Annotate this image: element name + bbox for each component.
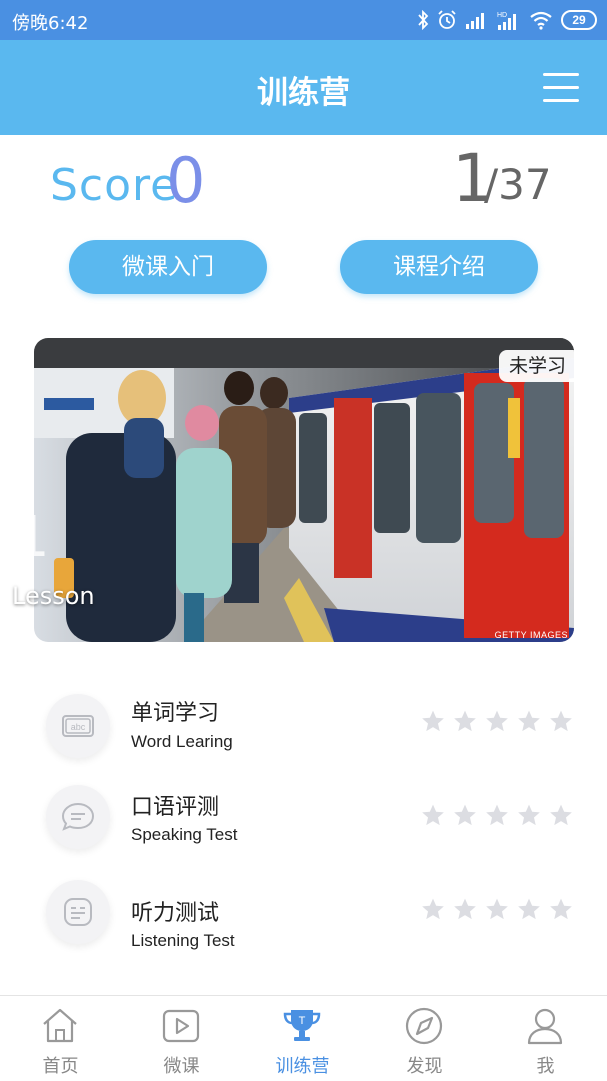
task-rating bbox=[420, 897, 574, 923]
menu-icon[interactable] bbox=[543, 73, 579, 103]
star-icon bbox=[422, 898, 444, 920]
course-introduction-button[interactable]: 课程介绍 bbox=[340, 240, 538, 294]
tab-label: 发现 bbox=[406, 1056, 443, 1077]
status-bar: 傍晚6:42 HD 29 bbox=[0, 0, 607, 40]
star-icon bbox=[486, 898, 508, 920]
task-subtitle: Speaking Test bbox=[131, 825, 238, 844]
lesson-label: Lesson bbox=[12, 582, 95, 610]
app-header: 训练营 bbox=[0, 40, 607, 135]
star-icon bbox=[454, 710, 476, 732]
status-time: 傍晚6:42 bbox=[12, 13, 89, 34]
star-icon bbox=[550, 710, 572, 732]
tab-micro-course[interactable]: 微课 bbox=[121, 996, 242, 1081]
status-icons: HD 29 bbox=[417, 7, 597, 33]
tab-label: 训练营 bbox=[275, 1056, 330, 1077]
tab-label: 我 bbox=[536, 1056, 555, 1077]
star-icon bbox=[486, 710, 508, 732]
tab-training-camp[interactable]: T 训练营 bbox=[242, 996, 363, 1081]
page-title: 训练营 bbox=[257, 75, 350, 111]
compass-icon bbox=[405, 1007, 443, 1045]
hd-signal-icon: HD bbox=[497, 12, 516, 30]
listening-card-icon bbox=[46, 880, 110, 944]
star-icon bbox=[550, 898, 572, 920]
svg-text:T: T bbox=[299, 1015, 306, 1027]
star-icon bbox=[518, 710, 540, 732]
star-icon bbox=[518, 898, 540, 920]
lesson-number: 1 bbox=[14, 505, 50, 570]
trophy-icon: T bbox=[283, 1010, 321, 1041]
tab-label: 微课 bbox=[163, 1056, 200, 1077]
micro-course-intro-button[interactable]: 微课入门 bbox=[69, 240, 267, 294]
tab-profile[interactable]: 我 bbox=[485, 996, 606, 1081]
tab-home[interactable]: 首页 bbox=[0, 996, 121, 1081]
task-listening-test[interactable]: 听力测试 Listening Test bbox=[0, 880, 607, 970]
star-icon bbox=[550, 804, 572, 826]
star-icon bbox=[454, 898, 476, 920]
task-subtitle: Word Learing bbox=[131, 732, 233, 751]
photo-credit: GETTY IMAGES bbox=[494, 630, 568, 640]
star-icon bbox=[486, 804, 508, 826]
battery-indicator: 29 bbox=[561, 10, 597, 30]
progress-total: /37 bbox=[484, 160, 552, 209]
score-label: Score bbox=[50, 160, 179, 211]
star-icon bbox=[422, 710, 444, 732]
lesson-photo bbox=[34, 338, 574, 642]
task-title: 口语评测 bbox=[131, 795, 220, 820]
task-subtitle: Listening Test bbox=[131, 931, 235, 950]
task-word-learning[interactable]: abc 单词学习 Word Learing bbox=[0, 690, 607, 780]
star-icon bbox=[454, 804, 476, 826]
alarm-icon bbox=[438, 10, 456, 29]
speech-bubble-icon bbox=[46, 785, 110, 849]
lesson-card[interactable]: 未学习 GETTY IMAGES bbox=[34, 338, 574, 642]
task-title: 听力测试 bbox=[131, 901, 220, 926]
task-speaking-test[interactable]: 口语评测 Speaking Test bbox=[0, 785, 607, 875]
task-rating bbox=[420, 803, 574, 829]
tab-label: 首页 bbox=[42, 1056, 79, 1077]
abc-card-icon: abc bbox=[46, 694, 110, 758]
svg-text:abc: abc bbox=[71, 722, 86, 732]
star-icon bbox=[518, 804, 540, 826]
task-rating bbox=[420, 709, 574, 735]
tab-discover[interactable]: 发现 bbox=[364, 996, 485, 1081]
bluetooth-icon bbox=[418, 10, 429, 30]
star-icon bbox=[422, 804, 444, 826]
task-title: 单词学习 bbox=[131, 701, 220, 726]
home-icon bbox=[43, 1008, 77, 1043]
wifi-icon bbox=[530, 11, 552, 30]
signal-icon bbox=[466, 13, 484, 29]
bottom-tab-bar: 首页 微课 T 训练营 发现 我 bbox=[0, 995, 607, 1080]
user-icon bbox=[527, 1008, 563, 1045]
svg-text:HD: HD bbox=[497, 12, 507, 19]
score-value: 0 bbox=[166, 144, 206, 217]
play-icon bbox=[162, 1009, 200, 1043]
lesson-status-badge: 未学习 bbox=[498, 350, 574, 382]
